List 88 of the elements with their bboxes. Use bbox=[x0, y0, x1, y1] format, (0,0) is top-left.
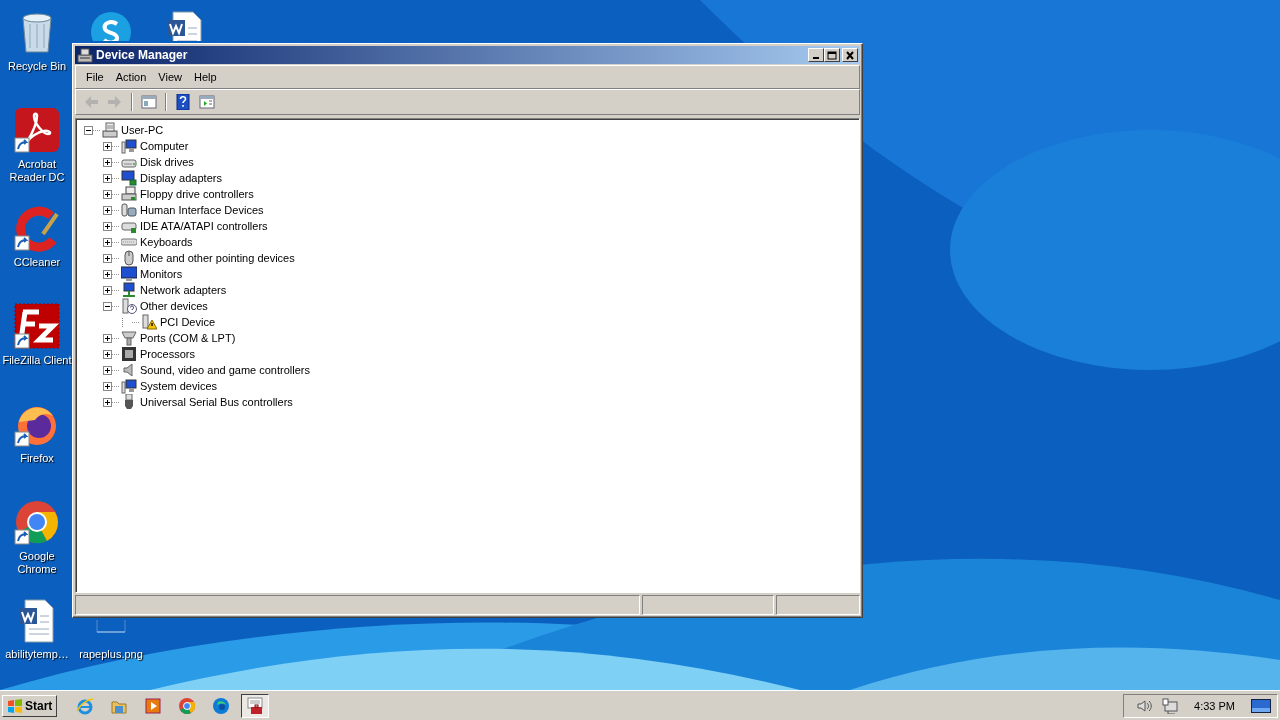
chip-icon bbox=[121, 346, 137, 362]
maximize-button[interactable] bbox=[824, 48, 840, 62]
minimize-button[interactable] bbox=[808, 48, 824, 62]
unknown-device-icon bbox=[121, 298, 137, 314]
network-icon bbox=[121, 282, 137, 298]
tree-item-label[interactable]: Disk drives bbox=[140, 156, 194, 168]
panel-button[interactable] bbox=[138, 92, 160, 112]
browser-icon bbox=[212, 696, 231, 715]
menu-item[interactable]: View bbox=[152, 69, 188, 85]
warning-device-icon bbox=[141, 314, 157, 330]
desktop-icon-label[interactable]: rapeplus.png bbox=[75, 648, 147, 661]
media-player-icon bbox=[144, 696, 163, 715]
expand-toggle[interactable] bbox=[103, 301, 112, 311]
expand-toggle[interactable] bbox=[103, 157, 112, 167]
minimize-icon bbox=[813, 57, 819, 59]
help-icon bbox=[175, 94, 191, 110]
expand-toggle[interactable] bbox=[103, 237, 112, 247]
tree-item-label[interactable]: Floppy drive controllers bbox=[140, 188, 254, 200]
tree-item-label[interactable]: Computer bbox=[140, 140, 189, 152]
monitor-icon bbox=[121, 170, 137, 186]
expand-toggle[interactable] bbox=[103, 365, 112, 375]
tree-item-label[interactable]: System devices bbox=[140, 380, 218, 392]
browser-icon[interactable] bbox=[13, 498, 61, 546]
desktop-icon-label[interactable]: FileZilla Client bbox=[1, 354, 73, 367]
window-title: Device Manager bbox=[96, 48, 189, 62]
computer-icon bbox=[121, 378, 137, 394]
expand-toggle[interactable] bbox=[103, 333, 112, 343]
expand-toggle[interactable] bbox=[103, 285, 112, 295]
desktop-icon-label[interactable]: Google Chrome bbox=[1, 550, 73, 576]
close-icon bbox=[844, 49, 856, 61]
tree-item-label[interactable]: Human Interface Devices bbox=[140, 204, 264, 216]
monitor-icon bbox=[121, 266, 137, 282]
tree-item-label[interactable]: Sound, video and game controllers bbox=[140, 364, 310, 376]
tree-item-label[interactable]: Network adapters bbox=[140, 284, 227, 296]
expand-toggle[interactable] bbox=[84, 125, 93, 135]
windows-flag-icon bbox=[7, 697, 23, 714]
browser-icon bbox=[178, 696, 197, 715]
volume-icon[interactable] bbox=[1136, 697, 1153, 714]
desktop-icon-label[interactable]: CCleaner bbox=[1, 256, 73, 269]
panel-icon bbox=[141, 94, 157, 110]
tree-item-label[interactable]: Universal Serial Bus controllers bbox=[140, 396, 293, 408]
taskbar-app-button[interactable] bbox=[241, 693, 270, 718]
menu-item[interactable]: Help bbox=[187, 69, 223, 85]
expand-toggle[interactable] bbox=[103, 253, 112, 263]
menu-item[interactable]: File bbox=[80, 69, 110, 85]
computer-icon bbox=[102, 122, 118, 138]
tree-item-label[interactable]: Other devices bbox=[140, 300, 208, 312]
tree-item-label[interactable]: PCI Device bbox=[160, 316, 216, 328]
port-icon bbox=[121, 330, 137, 346]
back-arrow-icon bbox=[83, 94, 99, 110]
expand-toggle[interactable] bbox=[103, 381, 112, 391]
ftp-app-icon[interactable] bbox=[13, 302, 61, 350]
properties-icon bbox=[199, 94, 215, 110]
pdf-app-icon[interactable] bbox=[13, 106, 61, 154]
expand-toggle[interactable] bbox=[103, 349, 112, 359]
network-icon[interactable] bbox=[1162, 697, 1179, 714]
device-manager-icon bbox=[77, 47, 93, 63]
tree-item-label[interactable]: IDE ATA/ATAPI controllers bbox=[140, 220, 268, 232]
forward-arrow-icon bbox=[107, 94, 123, 110]
maximize-icon bbox=[826, 49, 838, 61]
toolbox-icon bbox=[246, 696, 265, 715]
close-button[interactable] bbox=[842, 48, 858, 62]
menu-item[interactable]: Action bbox=[109, 69, 153, 85]
tree-item-label[interactable]: User-PC bbox=[121, 124, 164, 136]
expand-toggle[interactable] bbox=[103, 189, 112, 199]
desktop-icon-label[interactable]: Acrobat Reader DC bbox=[1, 158, 73, 184]
tree-item-label[interactable]: Display adapters bbox=[140, 172, 222, 184]
mouse-icon bbox=[121, 250, 137, 266]
expand-toggle[interactable] bbox=[103, 397, 112, 407]
desktop-icon-label[interactable]: Firefox bbox=[1, 452, 73, 465]
expand-toggle[interactable] bbox=[103, 269, 112, 279]
drive-icon bbox=[121, 186, 137, 202]
desktop-icon-label[interactable]: abilitytemp… bbox=[1, 648, 73, 661]
show-desktop-icon[interactable] bbox=[1251, 698, 1271, 713]
start-button[interactable]: Start bbox=[2, 694, 58, 717]
computer-icon bbox=[121, 138, 137, 154]
tree-item-label[interactable]: Keyboards bbox=[140, 236, 193, 248]
expand-toggle[interactable] bbox=[103, 205, 112, 215]
expand-toggle[interactable] bbox=[103, 141, 112, 151]
expand-toggle[interactable] bbox=[103, 221, 112, 231]
expand-toggle[interactable] bbox=[103, 173, 112, 183]
tree-item-label[interactable]: Processors bbox=[140, 348, 196, 360]
desktop-icon-label[interactable]: Recycle Bin bbox=[1, 60, 73, 73]
tree-item-label[interactable]: Mice and other pointing devices bbox=[140, 252, 295, 264]
tree-item-label[interactable]: Ports (COM & LPT) bbox=[140, 332, 236, 344]
tree-item-label[interactable]: Monitors bbox=[140, 268, 183, 280]
clock[interactable]: 4:33 PM bbox=[1194, 699, 1235, 712]
browser-icon bbox=[76, 696, 95, 715]
